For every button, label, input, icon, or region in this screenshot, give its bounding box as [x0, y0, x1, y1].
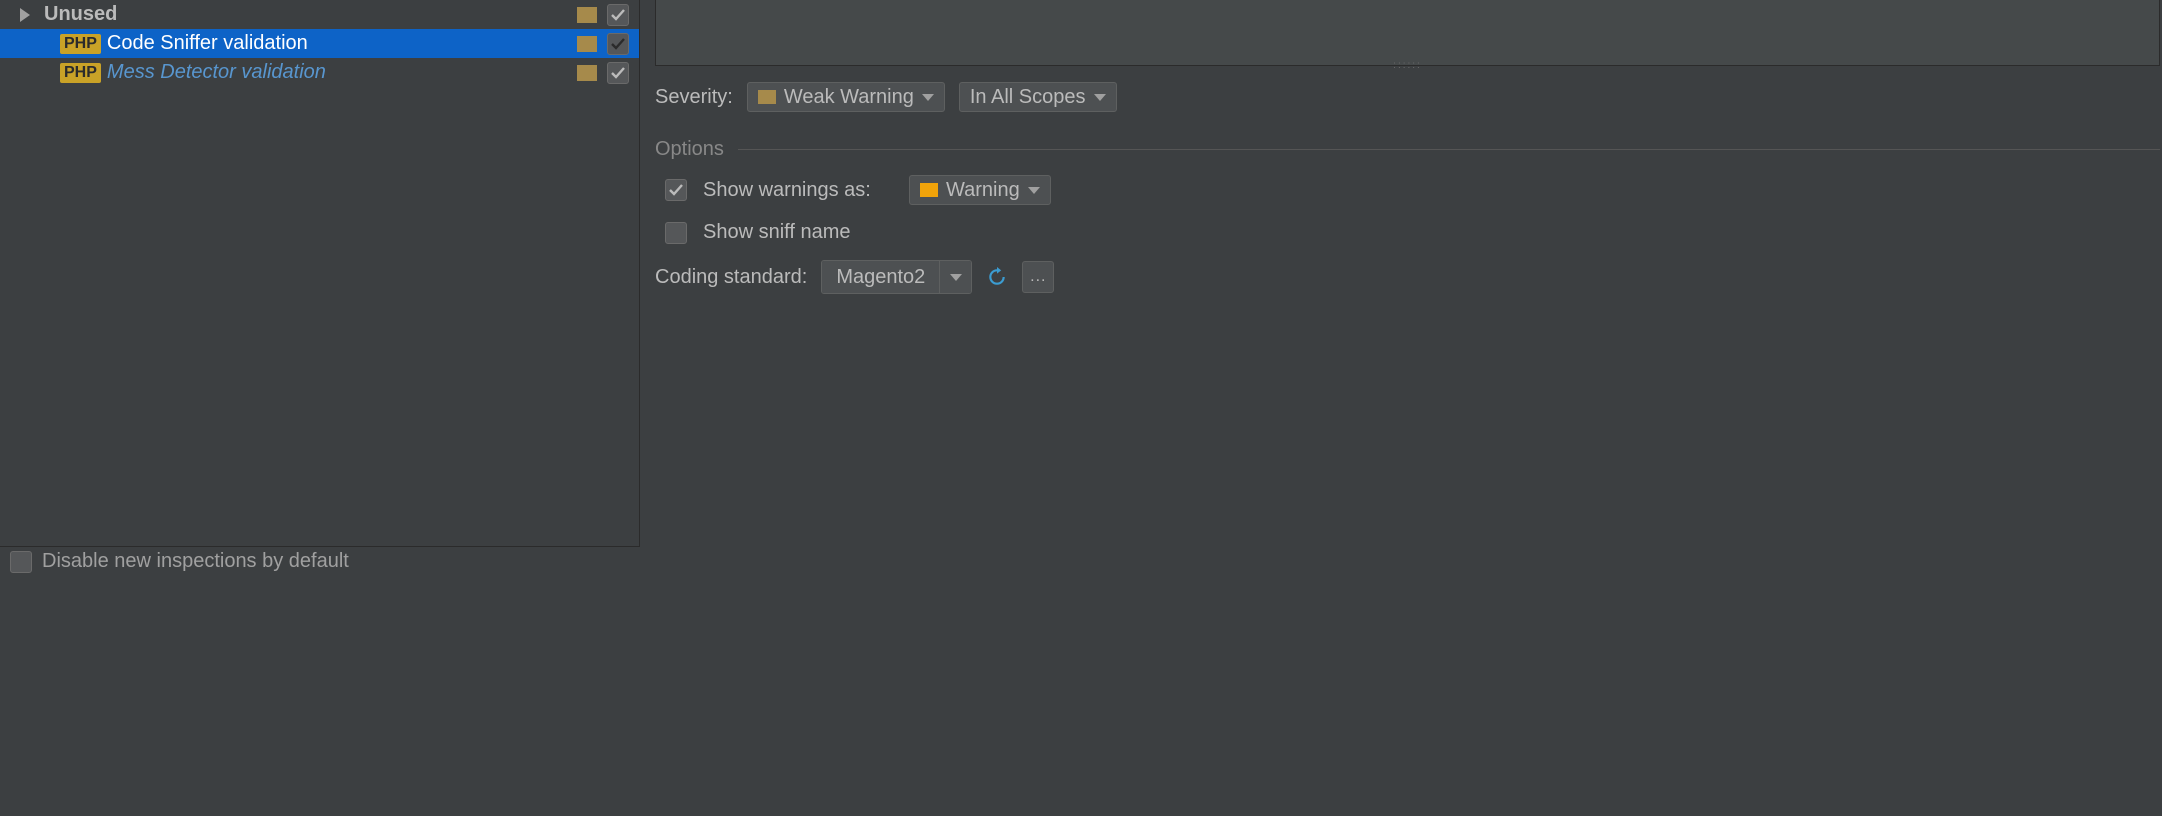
coding-standard-value: Magento2 — [822, 261, 939, 293]
chevron-down-icon — [922, 94, 934, 101]
show-warnings-as-dropdown[interactable]: Warning — [909, 175, 1051, 205]
inspection-checkbox[interactable] — [607, 62, 629, 84]
category-checkbox[interactable] — [607, 4, 629, 26]
warning-color-swatch-icon — [920, 183, 938, 197]
divider — [738, 149, 2160, 150]
severity-row: Severity: Weak Warning In All Scopes — [655, 82, 2160, 112]
browse-label: ... — [1030, 268, 1046, 286]
options-label: Options — [655, 138, 724, 161]
disable-new-inspections-checkbox[interactable] — [10, 551, 32, 573]
chevron-down-icon — [1094, 94, 1106, 101]
coding-standard-dropdown[interactable]: Magento2 — [821, 260, 972, 294]
tree-category-unused[interactable]: Unused — [0, 0, 639, 29]
coding-standard-label: Coding standard: — [655, 266, 807, 289]
show-warnings-as-value: Warning — [946, 179, 1020, 202]
inspections-tree-panel: Unused PHP Code Sniffer validation PHP M… — [0, 0, 640, 547]
severity-value: Weak Warning — [784, 86, 914, 109]
inspection-checkbox[interactable] — [607, 33, 629, 55]
php-badge-icon: PHP — [60, 63, 101, 83]
chevron-down-icon — [1028, 187, 1040, 194]
severity-swatch-icon — [577, 7, 597, 23]
expand-arrow-icon — [20, 8, 30, 22]
browse-button[interactable]: ... — [1022, 261, 1054, 293]
refresh-icon[interactable] — [986, 266, 1008, 288]
inspection-options-panel: Severity: Weak Warning In All Scopes Opt… — [655, 82, 2160, 310]
resize-handle-icon[interactable]: :::::: — [1393, 60, 1422, 71]
severity-color-swatch-icon — [758, 90, 776, 104]
show-sniff-name-row: Show sniff name — [665, 221, 2160, 244]
dropdown-arrow-button[interactable] — [939, 261, 971, 293]
severity-swatch-icon — [577, 36, 597, 52]
show-sniff-name-label: Show sniff name — [703, 221, 851, 244]
tree-item-label: Code Sniffer validation — [107, 32, 308, 55]
severity-dropdown[interactable]: Weak Warning — [747, 82, 945, 112]
tree-item-label: Mess Detector validation — [107, 61, 326, 84]
disable-new-inspections-row: Disable new inspections by default — [10, 550, 349, 573]
tree-item-code-sniffer[interactable]: PHP Code Sniffer validation — [0, 29, 639, 58]
show-warnings-as-row: Show warnings as: Warning — [665, 175, 2160, 205]
chevron-down-icon — [950, 274, 962, 281]
severity-label: Severity: — [655, 86, 733, 109]
coding-standard-row: Coding standard: Magento2 ... — [655, 260, 2160, 294]
tree-category-label: Unused — [44, 3, 117, 26]
options-section-header: Options — [655, 138, 2160, 161]
scope-value: In All Scopes — [970, 86, 1086, 109]
tree-item-mess-detector[interactable]: PHP Mess Detector validation — [0, 58, 639, 87]
disable-new-inspections-label: Disable new inspections by default — [42, 550, 349, 573]
scope-dropdown[interactable]: In All Scopes — [959, 82, 1117, 112]
show-warnings-as-checkbox[interactable] — [665, 179, 687, 201]
severity-swatch-icon — [577, 65, 597, 81]
php-badge-icon: PHP — [60, 34, 101, 54]
show-warnings-as-label: Show warnings as: — [703, 179, 893, 202]
description-panel: :::::: — [655, 0, 2160, 66]
show-sniff-name-checkbox[interactable] — [665, 222, 687, 244]
